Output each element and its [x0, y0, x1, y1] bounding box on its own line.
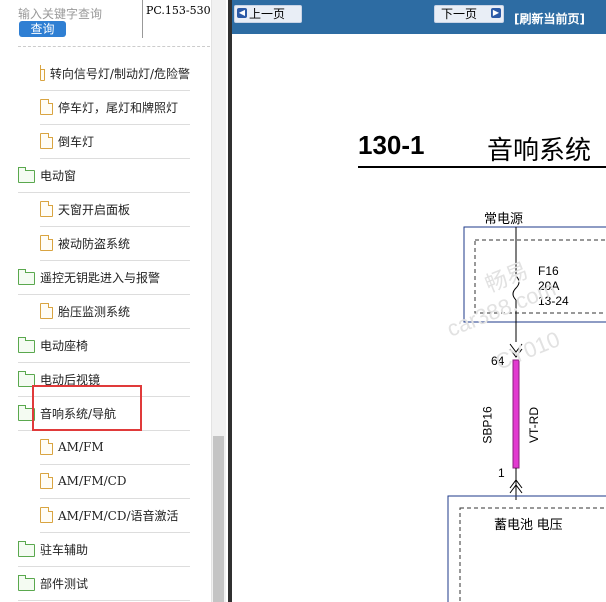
document-icon — [40, 99, 53, 115]
selection-highlight-box — [32, 385, 142, 431]
tree-item-label: 胎压监测系统 — [58, 304, 131, 319]
sidebar: 查询 PC.153-5302 转向信号灯/制动灯/危险警停车灯，尾灯和牌照灯倒车… — [0, 0, 228, 602]
tree-folder[interactable]: 驻车辅助 — [18, 532, 190, 567]
tree-item[interactable]: 胎压监测系统 — [40, 294, 190, 329]
folder-icon — [18, 336, 35, 353]
tree-item[interactable]: AM/FM/CD/语音激活 — [40, 498, 190, 533]
tree-folder[interactable]: 电动窗 — [18, 158, 190, 193]
tree-item-label: 部件测试 — [40, 576, 89, 591]
tree-item-label: 电动座椅 — [40, 338, 89, 353]
document-icon — [40, 201, 53, 217]
diagram-viewer: ◀ 上一页 下一页 ▶ [刷新当前页] 130-1 音响系统 常电源 F16 2… — [232, 0, 606, 602]
tree-item[interactable]: AM/FM/CD — [40, 464, 190, 499]
pin-bottom-label: 1 — [498, 466, 505, 480]
tree-item[interactable]: 停车灯，尾灯和牌照灯 — [40, 90, 190, 125]
tree-item-label: AM/FM — [58, 440, 104, 454]
tree-item-label: 电动窗 — [40, 168, 77, 183]
tree-item-label: 驻车辅助 — [40, 542, 89, 557]
tree-item-label: AM/FM/CD/语音激活 — [58, 508, 179, 523]
tree-item-label: 遥控无钥匙进入与报警 — [40, 270, 161, 285]
document-icon — [39, 65, 45, 81]
circuit-code-label: SBP16 — [480, 406, 495, 444]
tree-folder[interactable]: 遥控无钥匙进入与报警 — [18, 260, 190, 295]
scrollbar-thumb[interactable] — [213, 436, 224, 602]
tree-item[interactable]: 倒车灯 — [40, 124, 190, 159]
folder-icon — [18, 540, 35, 557]
document-icon — [40, 235, 53, 251]
tree-item-label: 转向信号灯/制动灯/危险警 — [49, 66, 190, 81]
tree-item-label: 天窗开启面板 — [58, 202, 131, 217]
tree-folder[interactable]: 部件测试 — [18, 566, 190, 601]
document-icon — [40, 303, 53, 319]
document-icon — [40, 133, 53, 149]
search-button[interactable]: 查询 — [19, 21, 66, 37]
tree-item-label: AM/FM/CD — [58, 474, 127, 488]
document-icon — [40, 439, 53, 455]
tree-item[interactable]: AM/FM — [40, 430, 190, 465]
battery-box-outline — [447, 495, 606, 602]
wire-segment — [512, 359, 520, 469]
tree-item[interactable]: 转向信号灯/制动灯/危险警 — [39, 56, 190, 91]
folder-icon — [18, 268, 35, 285]
tree-item-label: 倒车灯 — [58, 134, 95, 149]
divider — [18, 46, 210, 47]
tree-item[interactable]: 被动防盗系统 — [40, 226, 190, 261]
folder-icon — [18, 166, 35, 183]
document-icon — [40, 473, 53, 489]
document-icon — [40, 507, 53, 523]
tree-item-label: 被动防盗系统 — [58, 236, 131, 251]
folder-icon — [18, 574, 35, 591]
battery-voltage-label: 蓄电池 电压 — [494, 517, 563, 532]
wire-color-label: VT-RD — [527, 407, 541, 443]
tree-item-label: 停车灯，尾灯和牌照灯 — [58, 100, 179, 115]
tree-item[interactable]: 天窗开启面板 — [40, 192, 190, 227]
tree-folder[interactable]: 电动座椅 — [18, 328, 190, 363]
